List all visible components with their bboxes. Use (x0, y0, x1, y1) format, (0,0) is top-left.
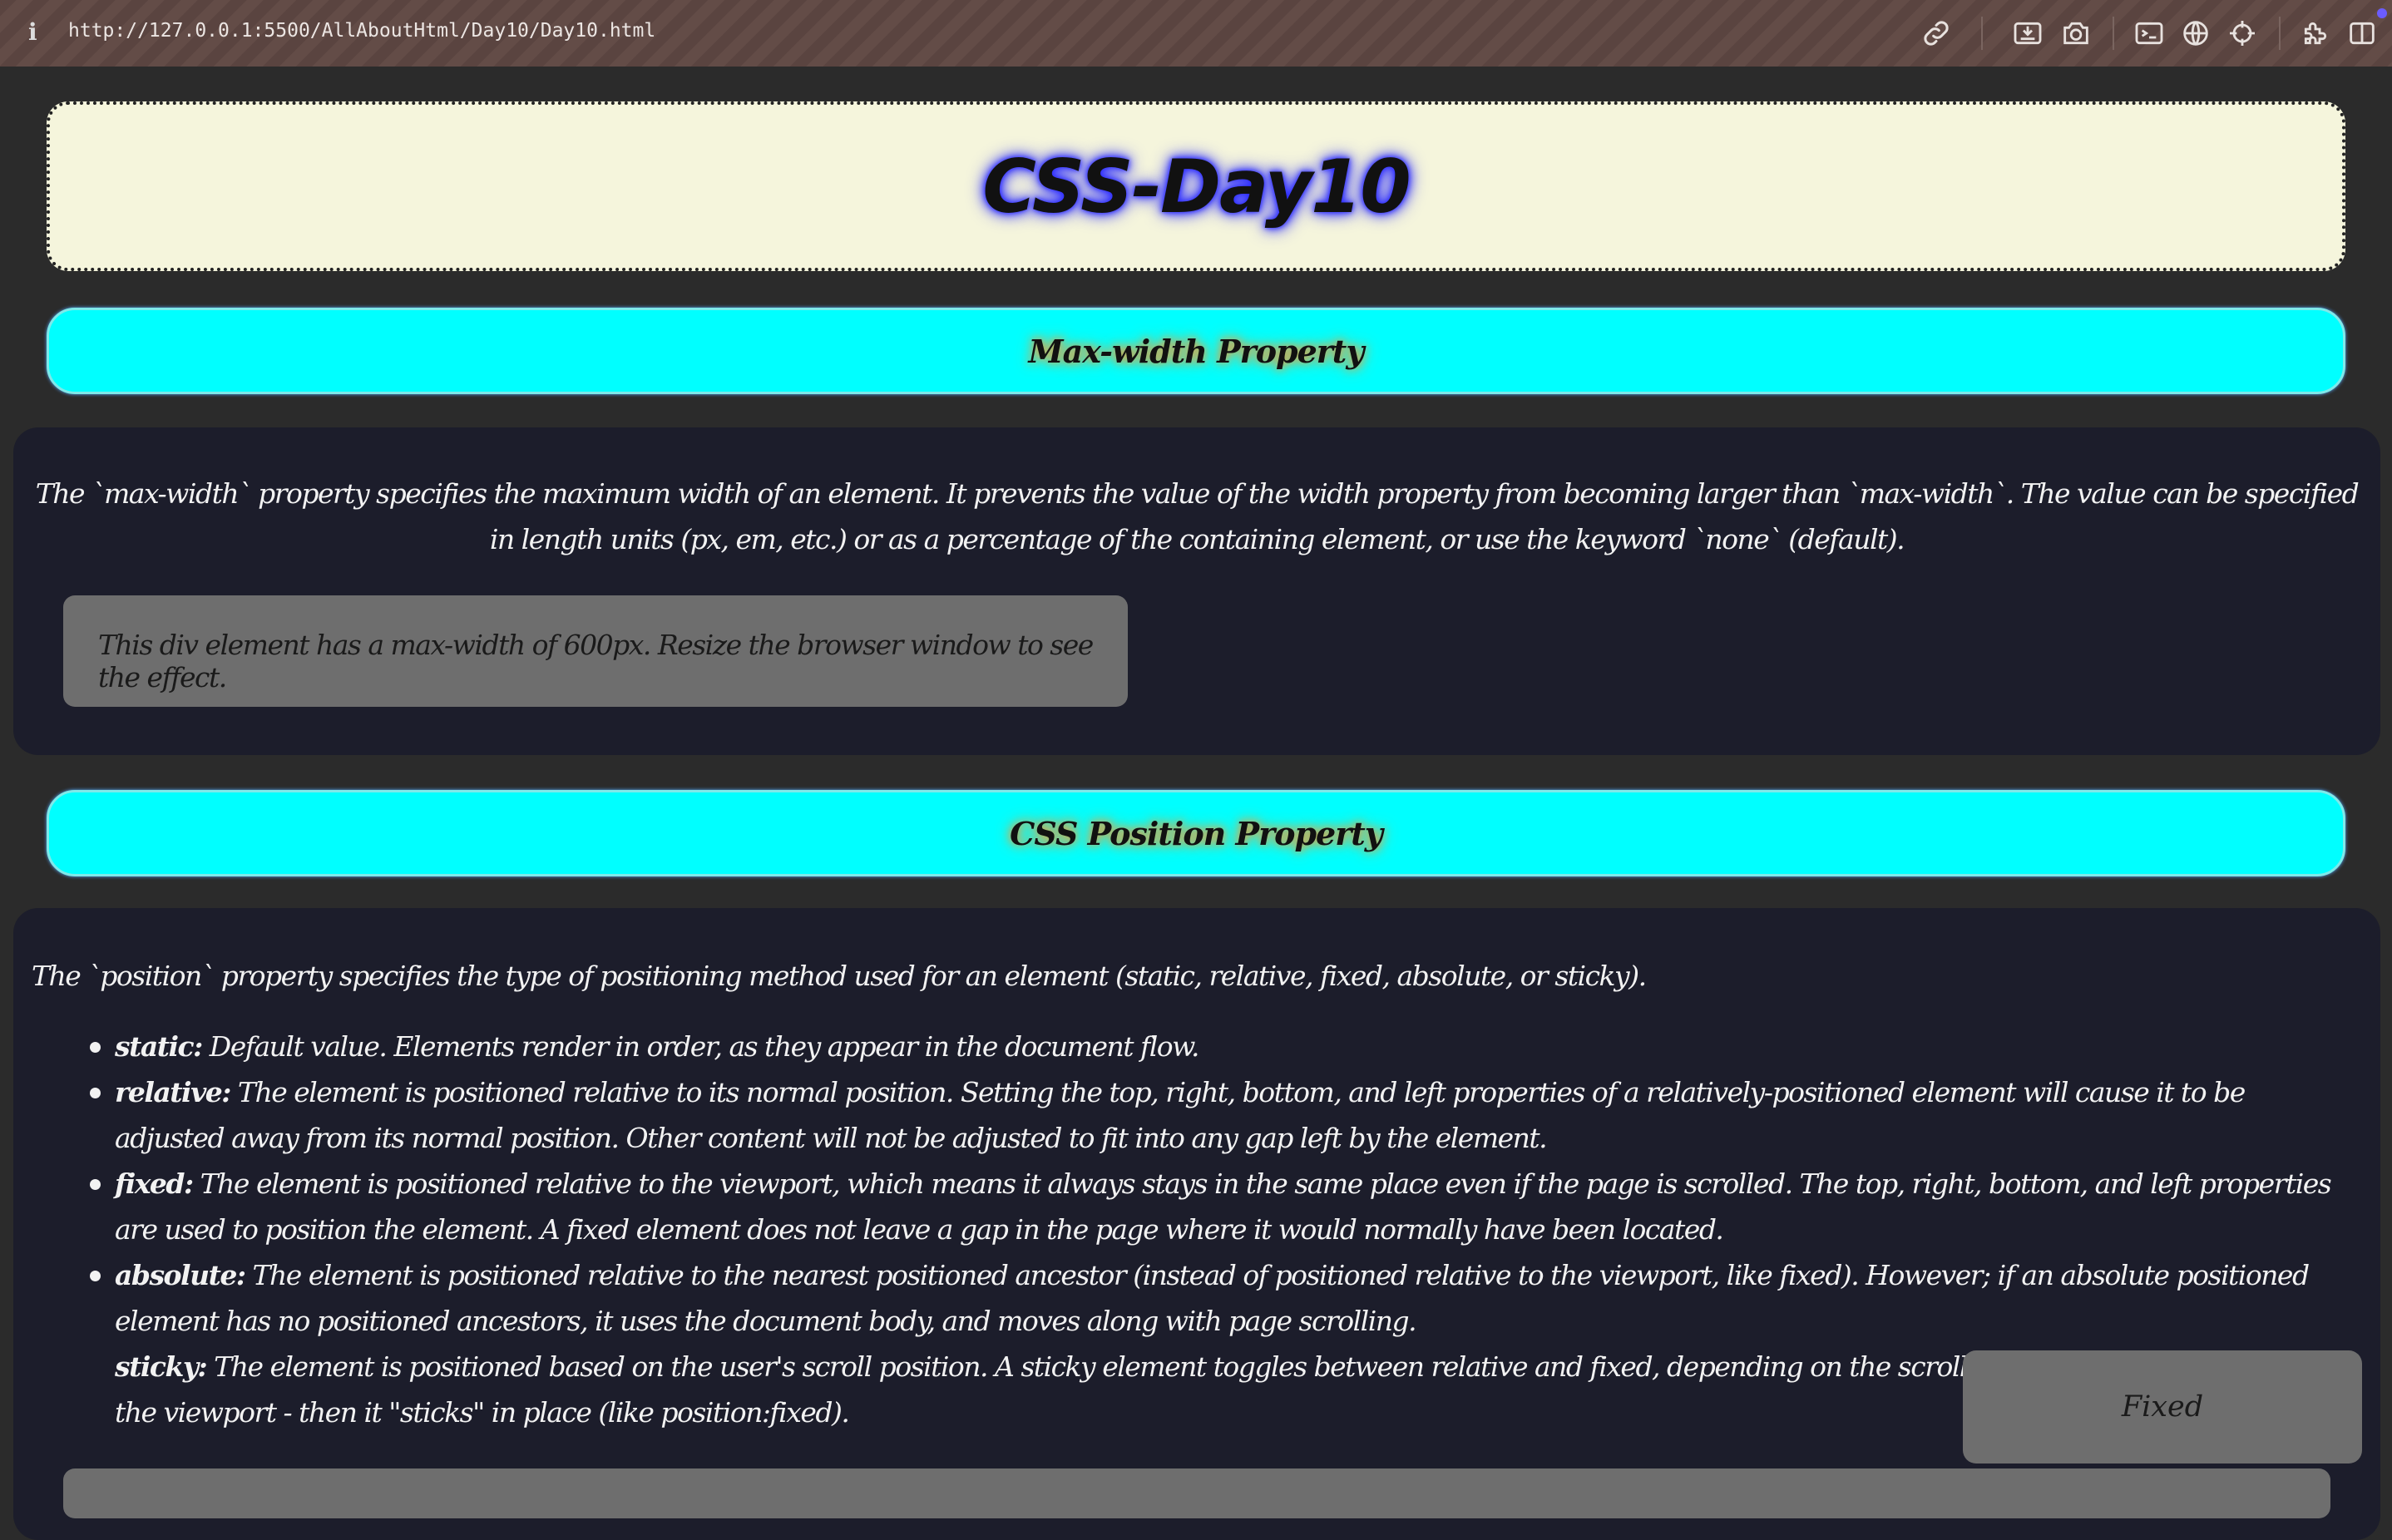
list-item: static: Default value. Elements render i… (90, 1024, 2355, 1069)
maxwidth-heading-box: Max-width Property (47, 308, 2345, 394)
camera-icon[interactable] (2059, 17, 2093, 50)
position-intro: The `position` property specifies the ty… (32, 960, 1647, 992)
position-list: static: Default value. Elements render i… (32, 1024, 2355, 1389)
maxwidth-demo-box: This div element has a max-width of 600p… (63, 595, 1128, 707)
list-item: relative: The element is positioned rela… (90, 1069, 2355, 1161)
maxwidth-demo-text: This div element has a max-width of 600p… (98, 629, 1094, 693)
list-item-text: The element is positioned relative to it… (115, 1076, 2246, 1154)
sidebar-icon[interactable] (2345, 17, 2379, 50)
crosshair-icon[interactable] (2226, 17, 2259, 50)
list-item: absolute: The element is positioned rela… (90, 1252, 2355, 1344)
page-title: CSS-Day10 (982, 143, 1411, 230)
toolbar-divider (2113, 17, 2114, 50)
globe-icon[interactable] (2179, 17, 2212, 50)
url-bar[interactable]: http://127.0.0.1:5500/AllAboutHtml/Day10… (68, 20, 655, 42)
list-item-term: relative: (115, 1076, 231, 1108)
list-item: fixed: The element is positioned relativ… (90, 1161, 2355, 1252)
list-item-term: fixed: (115, 1167, 194, 1200)
list-item-text: the viewport - then it "sticks" in place… (115, 1396, 850, 1429)
info-icon[interactable]: i (28, 18, 37, 46)
list-item: sticky: The element is positioned based … (115, 1344, 1991, 1389)
notification-dot (2377, 8, 2387, 18)
list-item-text: Default value. Elements render in order,… (201, 1030, 1200, 1063)
page-title-box: CSS-Day10 (47, 101, 2345, 271)
list-item-term: absolute: (115, 1259, 246, 1291)
sticky-demo-box (63, 1468, 2330, 1518)
list-item-text: The element is positioned relative to th… (115, 1167, 2332, 1246)
position-heading: CSS Position Property (1010, 814, 1383, 852)
position-heading-box: CSS Position Property (47, 790, 2345, 876)
terminal-icon[interactable] (2133, 17, 2166, 50)
browser-toolbar: i http://127.0.0.1:5500/AllAboutHtml/Day… (0, 0, 2392, 67)
maxwidth-panel: The `max-width` property specifies the m… (13, 427, 2380, 755)
toolbar-divider (1981, 17, 1983, 50)
fixed-demo-label: Fixed (2121, 1390, 2204, 1424)
list-item-term: sticky: (115, 1350, 208, 1383)
link-icon[interactable] (1920, 17, 1953, 50)
fixed-demo-box: Fixed (1963, 1350, 2362, 1463)
list-item-text: The element is positioned based on the u… (214, 1350, 1991, 1383)
extensions-icon[interactable] (2299, 17, 2332, 50)
list-item-term: static: (115, 1030, 203, 1063)
screenshot-area-icon[interactable] (2011, 17, 2044, 50)
list-item-text: The element is positioned relative to th… (115, 1259, 2310, 1337)
maxwidth-description: The `max-width` property specifies the m… (35, 477, 2360, 555)
maxwidth-heading: Max-width Property (1028, 332, 1365, 370)
toolbar-divider (2279, 17, 2281, 50)
